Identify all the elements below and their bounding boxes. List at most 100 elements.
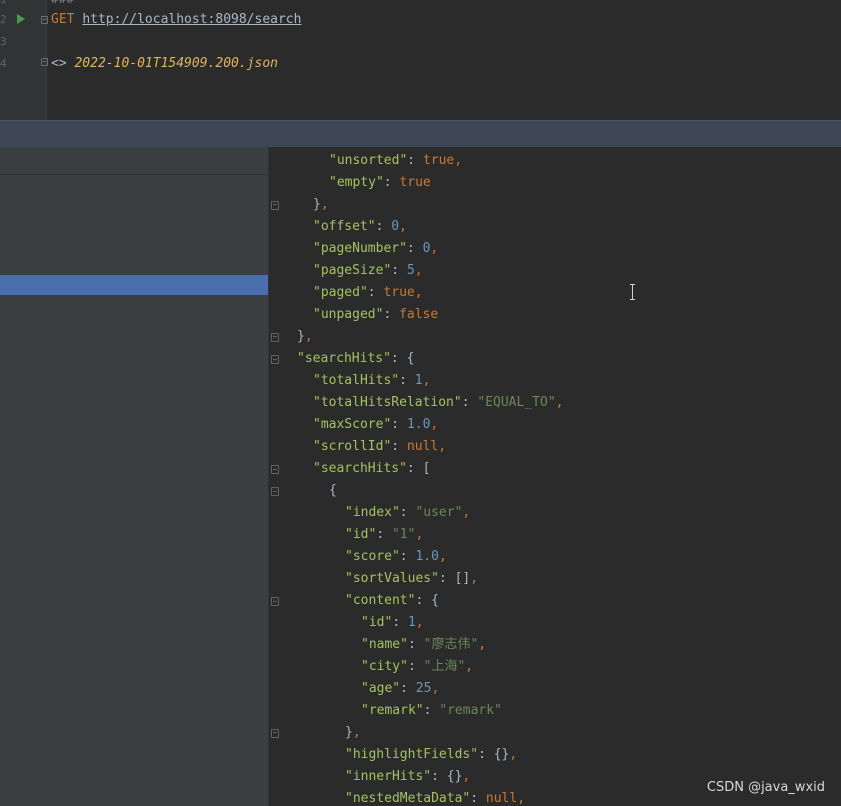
json-line: "searchHits": [ (313, 461, 430, 477)
editor-gutter: 1 2 3 4 (0, 0, 48, 120)
json-colon: : (431, 769, 447, 784)
response-tree-panel (0, 147, 268, 806)
json-line: "city": "上海", (361, 659, 473, 675)
fold-icon[interactable] (41, 16, 48, 24)
fold-start-icon[interactable] (271, 597, 279, 606)
json-value: [] (454, 571, 471, 586)
fold-start-icon[interactable] (271, 465, 279, 474)
json-value: "EQUAL_TO" (477, 395, 556, 410)
json-line: "highlightFields": {}, (345, 747, 517, 763)
json-comma: , (415, 615, 424, 630)
json-key: "unpaged" (313, 307, 384, 322)
fold-start-icon[interactable] (271, 487, 279, 496)
json-key: "empty" (329, 175, 384, 190)
json-key: "offset" (313, 219, 376, 234)
json-colon: : (438, 571, 455, 586)
json-key: "searchHits" (313, 461, 407, 476)
json-comma: , (454, 153, 463, 168)
json-bracket: } (345, 725, 353, 740)
json-key: "nestedMetaData" (345, 791, 471, 806)
json-colon: : (461, 395, 478, 410)
json-line: "nestedMetaData": null, (345, 791, 525, 806)
json-colon: : (407, 153, 423, 168)
json-line: }, (297, 329, 313, 345)
json-value: 1 (414, 373, 423, 388)
tool-window-header (0, 120, 841, 148)
line-number: 3 (0, 35, 7, 48)
json-value: true (399, 175, 431, 190)
json-bracket: } (297, 329, 305, 344)
json-colon: : (399, 549, 416, 564)
json-colon: : (391, 417, 407, 432)
json-colon: : (400, 681, 416, 696)
json-value: "上海" (423, 659, 466, 674)
json-value: "user" (415, 505, 463, 520)
json-colon: : (399, 373, 415, 388)
line-number: 1 (0, 0, 10, 7)
json-line: "empty": true (329, 175, 431, 191)
run-request-icon[interactable] (17, 14, 25, 24)
json-colon: : (406, 461, 423, 476)
selected-tree-row[interactable] (0, 275, 268, 295)
json-value: 1.0 (415, 549, 439, 564)
json-comma: , (415, 527, 424, 542)
response-file-prefix: <> (51, 56, 67, 71)
json-key: "paged" (313, 285, 368, 300)
fold-end-icon[interactable] (271, 201, 279, 210)
fold-icon[interactable] (41, 58, 48, 66)
json-value: { (406, 351, 415, 366)
response-file-link[interactable]: 2022-10-01T154909.200.json (74, 56, 278, 71)
json-line: "score": 1.0, (345, 549, 447, 565)
json-colon: : (415, 593, 432, 608)
json-value: "廖志伟" (423, 637, 479, 652)
json-comma: , (320, 197, 329, 212)
json-line: "unpaged": false (313, 307, 438, 323)
text-cursor-icon (630, 284, 635, 300)
json-comma: , (399, 219, 407, 234)
json-value: null (406, 439, 439, 454)
http-request-editor[interactable]: 1 2 3 4 ### GET http://localhost:8098/se… (0, 0, 841, 120)
json-colon: : (392, 615, 408, 630)
json-value: true (422, 153, 455, 168)
json-value: true (383, 285, 415, 300)
fold-end-icon[interactable] (271, 729, 279, 738)
json-line: "pageSize": 5, (313, 263, 423, 279)
json-key: "totalHitsRelation" (313, 395, 462, 410)
json-comma: , (352, 725, 361, 740)
json-colon: : (407, 659, 424, 674)
json-line: "innerHits": {}, (345, 769, 470, 785)
json-colon: : (406, 241, 423, 256)
json-comma: , (517, 791, 526, 806)
json-key: "age" (361, 681, 401, 696)
json-colon: : (470, 791, 486, 806)
json-value: [ (422, 461, 431, 476)
json-line: "index": "user", (345, 505, 470, 521)
request-url-link[interactable]: http://localhost:8098/search (82, 12, 301, 27)
json-line: }, (313, 197, 329, 213)
request-separator-comment: ### (51, 0, 74, 8)
json-colon: : (375, 219, 392, 234)
json-key: "remark" (361, 703, 424, 718)
json-comma: , (462, 769, 471, 784)
json-key: "id" (361, 615, 393, 630)
json-comma: , (438, 549, 447, 564)
json-line: "id": "1", (345, 527, 423, 543)
json-comma: , (431, 681, 440, 696)
json-value: "1" (391, 527, 416, 542)
fold-start-icon[interactable] (271, 355, 279, 364)
json-value: 1.0 (406, 417, 431, 432)
json-key: "score" (345, 549, 400, 564)
request-line: GET http://localhost:8098/search (51, 12, 301, 28)
json-comma: , (304, 329, 313, 344)
json-key: "scrollId" (313, 439, 392, 454)
fold-end-icon[interactable] (271, 333, 279, 342)
json-line: { (329, 483, 337, 499)
json-comma: , (438, 439, 447, 454)
json-colon: : (407, 637, 424, 652)
json-key: "id" (345, 527, 377, 542)
json-bracket: { (329, 483, 337, 498)
json-response-viewer[interactable]: "unsorted": true, "empty": true}, "offset"… (269, 147, 841, 806)
json-line: "content": { (345, 593, 439, 609)
json-comma: , (414, 285, 423, 300)
json-value: null (485, 791, 518, 806)
